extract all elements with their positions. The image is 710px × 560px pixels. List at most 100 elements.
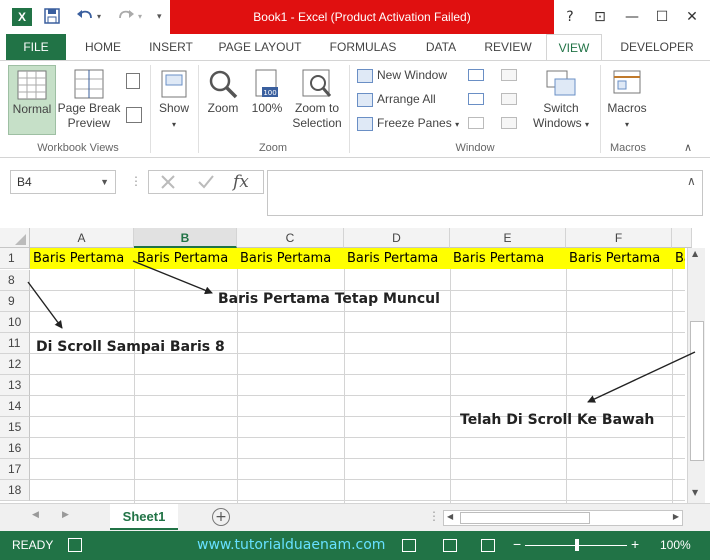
normal-view-button[interactable]: Normal: [8, 65, 56, 135]
new-sheet-icon[interactable]: +: [212, 508, 230, 526]
row-header-1[interactable]: 1: [0, 248, 30, 269]
zoom-slider-thumb[interactable]: [575, 539, 579, 551]
column-header-c[interactable]: C: [237, 228, 344, 248]
cell-g1[interactable]: Ba: [672, 248, 685, 269]
formula-input[interactable]: [267, 170, 703, 216]
next-sheet-icon[interactable]: ▶: [62, 510, 69, 520]
prev-sheet-icon[interactable]: ◀: [32, 510, 39, 520]
tab-home[interactable]: HOME: [74, 34, 132, 60]
synchronous-scrolling-icon[interactable]: [501, 93, 517, 105]
maximize-button[interactable]: ☐: [652, 8, 672, 26]
macros-button[interactable]: Macros ▾: [604, 65, 650, 135]
row-header-16[interactable]: 16: [0, 438, 30, 459]
scroll-left-icon[interactable]: ◀: [447, 512, 453, 521]
confirm-entry-icon[interactable]: [195, 171, 217, 193]
cell-c1[interactable]: Baris Pertama: [237, 248, 344, 269]
undo-dropdown-icon[interactable]: ▾: [97, 8, 101, 26]
tab-data[interactable]: DATA: [414, 34, 468, 60]
column-header-a[interactable]: A: [30, 228, 134, 248]
switch-windows-button[interactable]: Switch Windows ▾: [528, 65, 594, 135]
zoom-100-icon: 100: [255, 69, 278, 97]
row-header-17[interactable]: 17: [0, 459, 30, 480]
custom-views-icon[interactable]: [126, 107, 142, 123]
tab-file[interactable]: FILE: [6, 34, 66, 60]
row-header-12[interactable]: 12: [0, 354, 30, 375]
tab-developer[interactable]: DEVELOPER: [610, 34, 704, 60]
tab-review[interactable]: REVIEW: [476, 34, 540, 60]
table-row: [30, 270, 685, 291]
cell-f1[interactable]: Baris Pertama: [566, 248, 672, 269]
expand-formula-bar-icon[interactable]: ∧: [687, 174, 696, 188]
scroll-right-icon[interactable]: ▶: [673, 512, 679, 521]
scroll-down-icon[interactable]: ▼: [692, 488, 698, 497]
table-row: [30, 375, 685, 396]
select-all-corner[interactable]: [0, 228, 30, 248]
new-window-button[interactable]: New Window: [357, 65, 447, 85]
column-header-d[interactable]: D: [344, 228, 450, 248]
row-header-15[interactable]: 15: [0, 417, 30, 438]
zoom-100-button[interactable]: 100 100%: [247, 65, 287, 135]
split-icon[interactable]: [468, 69, 484, 81]
hide-icon[interactable]: [468, 93, 484, 105]
row-header-10[interactable]: 10: [0, 312, 30, 333]
horizontal-scrollbar[interactable]: ◀ ▶: [443, 510, 683, 526]
tab-split-grip-icon[interactable]: ⋮: [428, 509, 440, 523]
redo-icon[interactable]: [117, 8, 135, 26]
help-button[interactable]: ?: [560, 8, 580, 26]
zoom-button[interactable]: Zoom: [202, 65, 244, 135]
macro-recording-icon[interactable]: [68, 538, 82, 552]
horizontal-scroll-thumb[interactable]: [460, 512, 590, 524]
normal-view-status-icon[interactable]: [402, 539, 416, 552]
close-button[interactable]: ✕: [682, 8, 702, 26]
sheet-tab-sheet1[interactable]: Sheet1: [110, 504, 178, 530]
ribbon-display-button[interactable]: ⊡: [590, 8, 610, 26]
tab-formulas[interactable]: FORMULAS: [318, 34, 408, 60]
cancel-entry-icon[interactable]: [157, 171, 179, 193]
zoom-in-icon[interactable]: +: [631, 536, 639, 552]
reset-window-position-icon[interactable]: [501, 117, 517, 129]
row-header-9[interactable]: 9: [0, 291, 30, 312]
scroll-up-icon[interactable]: ▲: [692, 249, 698, 258]
row-header-18[interactable]: 18: [0, 480, 30, 501]
cell-d1[interactable]: Baris Pertama: [344, 248, 450, 269]
customize-qat-icon[interactable]: ▾: [157, 8, 162, 26]
column-header-b[interactable]: B: [134, 228, 237, 248]
tab-view[interactable]: VIEW: [546, 34, 602, 61]
annotation-first-row: Baris Pertama Tetap Muncul: [218, 291, 440, 307]
name-box-dropdown-icon[interactable]: ▼: [100, 171, 109, 193]
vertical-scroll-thumb[interactable]: [690, 321, 704, 461]
row-header-13[interactable]: 13: [0, 375, 30, 396]
freeze-panes-button[interactable]: Freeze Panes ▾: [357, 113, 459, 133]
column-header-f[interactable]: F: [566, 228, 672, 248]
column-header-e[interactable]: E: [450, 228, 566, 248]
cell-a1[interactable]: Baris Pertama: [30, 248, 134, 269]
page-layout-status-icon[interactable]: [443, 539, 457, 552]
collapse-ribbon-icon[interactable]: ∧: [684, 141, 692, 154]
column-header-g[interactable]: [672, 228, 692, 248]
minimize-button[interactable]: —: [622, 8, 642, 26]
unhide-icon[interactable]: [468, 117, 484, 129]
tab-page-layout[interactable]: PAGE LAYOUT: [210, 34, 310, 60]
row-header-8[interactable]: 8: [0, 270, 30, 291]
show-button[interactable]: Show ▾: [154, 65, 194, 135]
name-box[interactable]: B4 ▼: [10, 170, 116, 194]
arrange-all-button[interactable]: Arrange All: [357, 89, 436, 109]
zoom-selection-button[interactable]: Zoom to Selection: [289, 65, 345, 135]
vertical-scrollbar[interactable]: ▲ ▼: [687, 248, 705, 503]
row-header-14[interactable]: 14: [0, 396, 30, 417]
zoom-level[interactable]: 100%: [660, 531, 691, 560]
cell-e1[interactable]: Baris Pertama: [450, 248, 566, 269]
cell-b1[interactable]: Baris Pertama: [134, 248, 237, 269]
page-break-status-icon[interactable]: [481, 539, 495, 552]
tab-insert[interactable]: INSERT: [138, 34, 204, 60]
zoom-out-icon[interactable]: −: [513, 536, 521, 552]
redo-dropdown-icon[interactable]: ▾: [138, 8, 142, 26]
status-bar: READY www.tutorialduaenam.com − + 100%: [0, 531, 710, 560]
row-header-11[interactable]: 11: [0, 333, 30, 354]
page-break-preview-button[interactable]: Page Break Preview: [57, 65, 121, 135]
insert-function-icon[interactable]: fx: [233, 172, 249, 192]
view-side-by-side-icon[interactable]: [501, 69, 517, 81]
undo-icon[interactable]: [76, 8, 94, 26]
save-icon[interactable]: [44, 8, 60, 26]
page-layout-view-icon[interactable]: [126, 73, 140, 89]
